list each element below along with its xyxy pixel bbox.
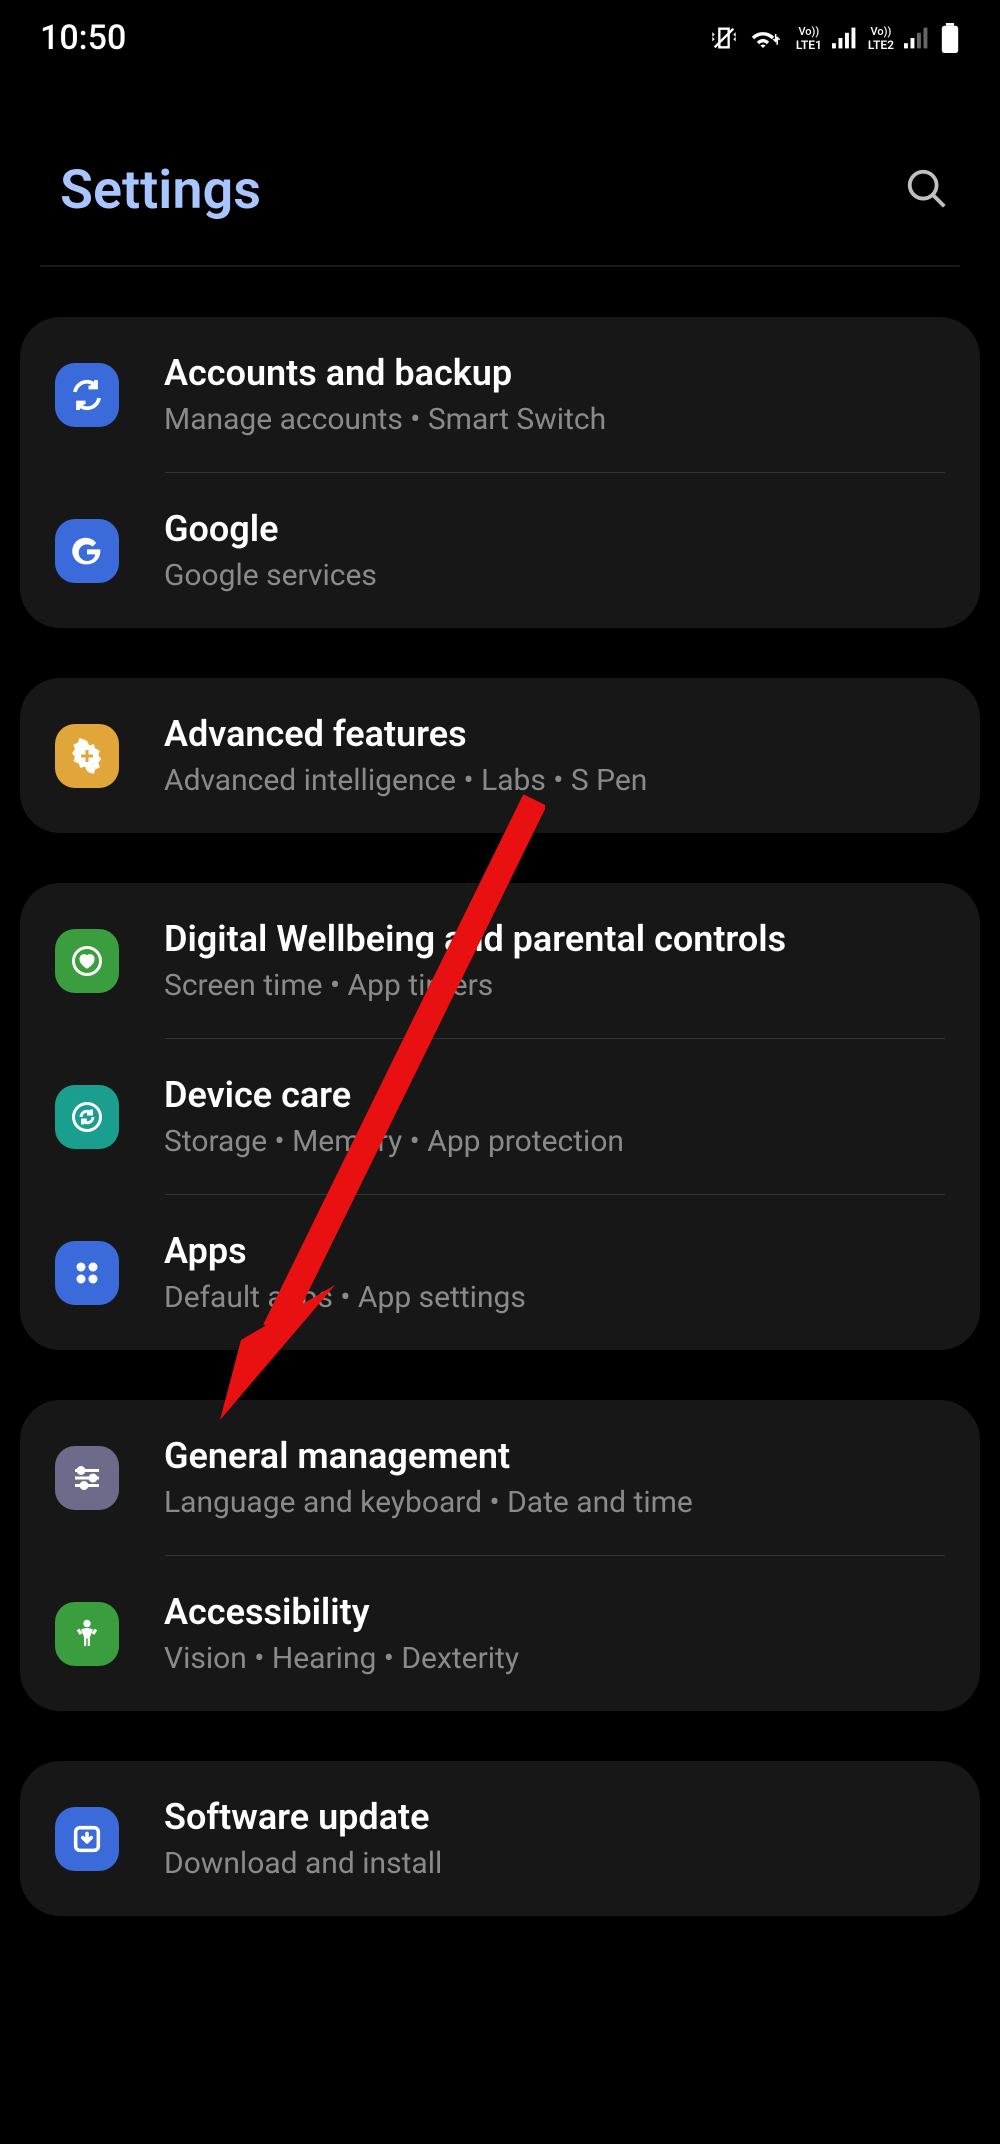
row-text: Advanced features Advanced intelligence •… [164,713,945,798]
row-subtitle: Screen time • App timers [164,968,945,1003]
devicecare-icon [55,1085,119,1149]
page-title: Settings [60,159,261,222]
row-text: Device care Storage • Memory • App protec… [164,1074,945,1159]
row-text: General management Language and keyboard … [164,1435,945,1520]
advanced-icon [55,724,119,788]
settings-item-apps[interactable]: Apps Default apps • App settings [20,1195,980,1350]
row-title: Software update [164,1796,945,1838]
google-icon [55,519,119,583]
row-text: Apps Default apps • App settings [164,1230,945,1315]
status-time: 10:50 [40,18,126,58]
row-title: Accessibility [164,1591,945,1633]
row-subtitle: Google services [164,558,945,593]
vibrate-off-icon [710,24,738,52]
settings-group: Digital Wellbeing and parental controls S… [20,883,980,1350]
status-right: Vo)) LTE1 Vo)) LTE2 [710,23,960,53]
row-title: Advanced features [164,713,945,755]
header: Settings [0,76,1000,265]
status-bar: 10:50 Vo)) LTE1 Vo)) LTE2 [0,0,1000,76]
row-title: General management [164,1435,945,1477]
settings-item-accessibility[interactable]: Accessibility Vision • Hearing • Dexterit… [20,1556,980,1711]
settings-list[interactable]: Accounts and backup Manage accounts • Sma… [0,317,1000,1916]
header-divider [40,265,960,267]
row-title: Apps [164,1230,945,1272]
sim1-indicator: Vo)) LTE1 [796,25,822,52]
battery-icon [940,23,960,53]
row-subtitle: Language and keyboard • Date and time [164,1485,945,1520]
row-subtitle: Advanced intelligence • Labs • S Pen [164,763,945,798]
settings-group: General management Language and keyboard … [20,1400,980,1711]
settings-item-google[interactable]: Google Google services [20,473,980,628]
row-subtitle: Vision • Hearing • Dexterity [164,1641,945,1676]
accessibility-icon [55,1602,119,1666]
general-icon [55,1446,119,1510]
row-title: Device care [164,1074,945,1116]
row-text: Accounts and backup Manage accounts • Sma… [164,352,945,437]
settings-item-software[interactable]: Software update Download and install [20,1761,980,1916]
row-title: Digital Wellbeing and parental controls [164,918,945,960]
signal1-icon [832,27,858,49]
row-text: Software update Download and install [164,1796,945,1881]
settings-item-wellbeing[interactable]: Digital Wellbeing and parental controls S… [20,883,980,1038]
settings-group: Advanced features Advanced intelligence •… [20,678,980,833]
row-text: Accessibility Vision • Hearing • Dexterit… [164,1591,945,1676]
row-subtitle: Storage • Memory • App protection [164,1124,945,1159]
row-title: Accounts and backup [164,352,945,394]
wellbeing-icon [55,929,119,993]
row-subtitle: Download and install [164,1846,945,1881]
settings-item-accounts[interactable]: Accounts and backup Manage accounts • Sma… [20,317,980,472]
wifi-icon [748,24,786,52]
row-subtitle: Default apps • App settings [164,1280,945,1315]
settings-group: Accounts and backup Manage accounts • Sma… [20,317,980,628]
row-text: Digital Wellbeing and parental controls S… [164,918,945,1003]
search-button[interactable] [894,156,960,225]
settings-item-devicecare[interactable]: Device care Storage • Memory • App protec… [20,1039,980,1194]
row-title: Google [164,508,945,550]
settings-group: Software update Download and install [20,1761,980,1916]
settings-item-advanced[interactable]: Advanced features Advanced intelligence •… [20,678,980,833]
row-subtitle: Manage accounts • Smart Switch [164,402,945,437]
software-icon [55,1807,119,1871]
row-text: Google Google services [164,508,945,593]
signal2-icon [904,27,930,49]
accounts-icon [55,363,119,427]
apps-icon [55,1241,119,1305]
search-icon [904,166,950,212]
sim2-indicator: Vo)) LTE2 [868,25,894,52]
settings-item-general[interactable]: General management Language and keyboard … [20,1400,980,1555]
